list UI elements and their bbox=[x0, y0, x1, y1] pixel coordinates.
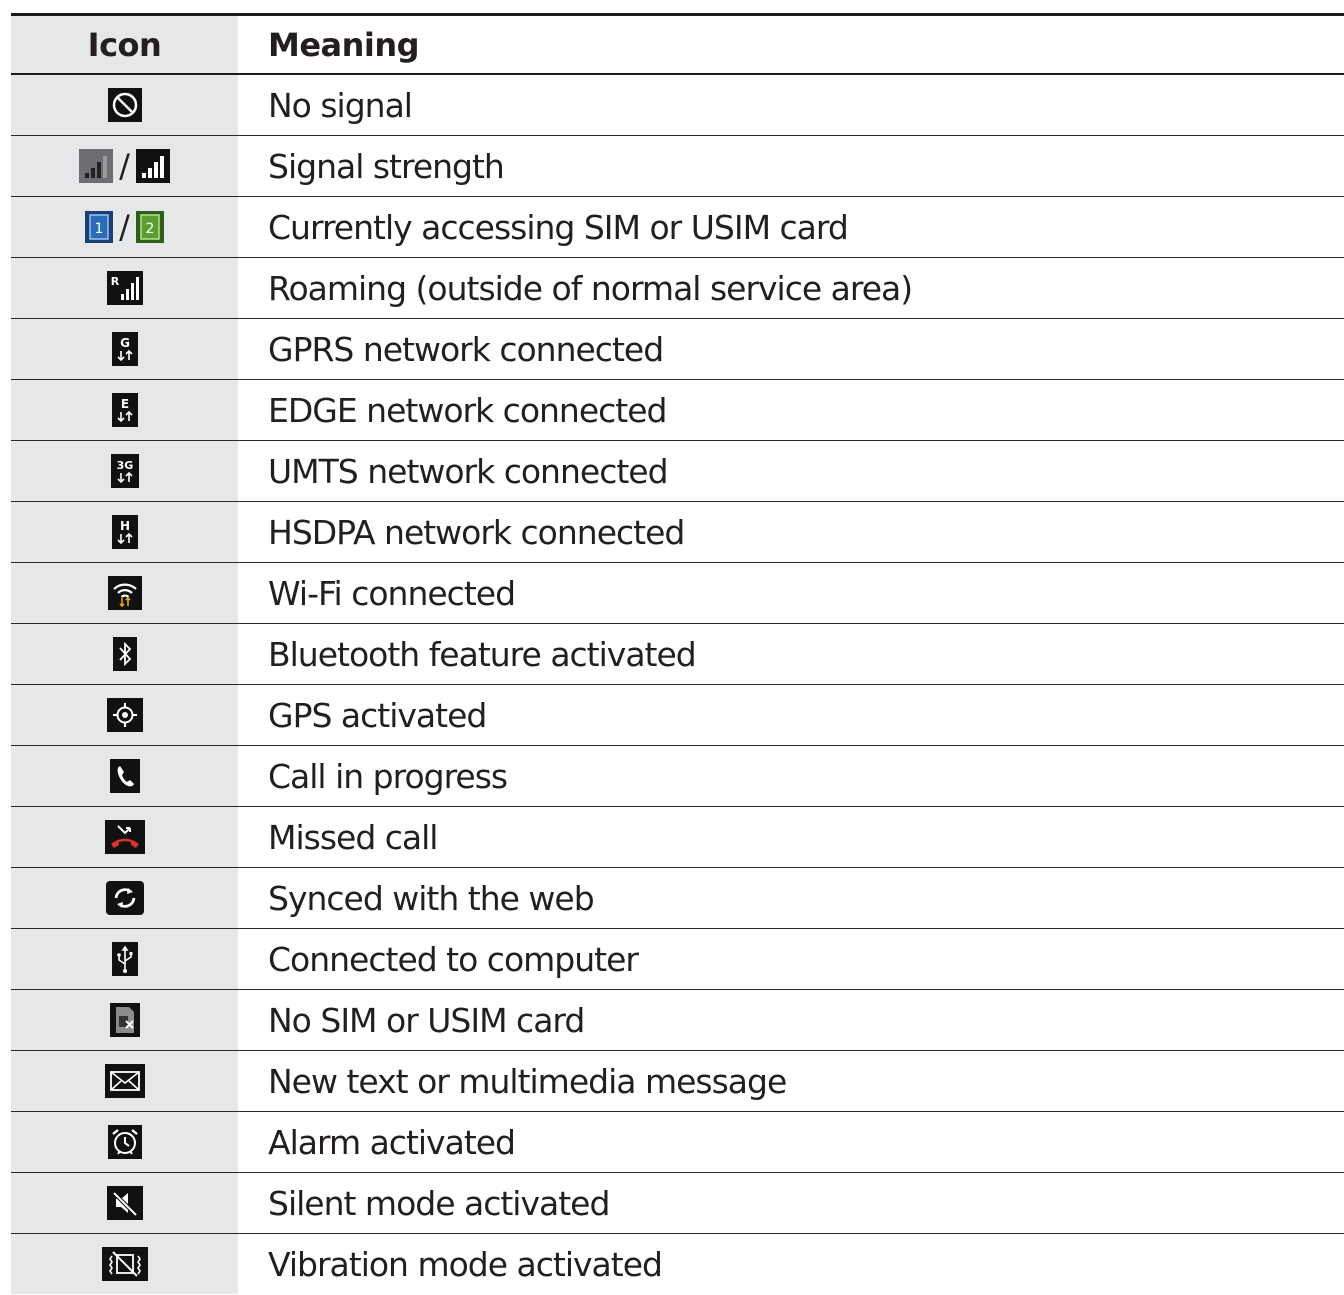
icon-cell: 1 / 2 bbox=[11, 197, 238, 257]
icon-cell bbox=[11, 1173, 238, 1233]
table-row: Wi-Fi connected bbox=[11, 563, 1344, 624]
icon-cell bbox=[11, 563, 238, 623]
meaning-cell: HSDPA network connected bbox=[268, 512, 685, 552]
meaning-cell: Alarm activated bbox=[268, 1122, 516, 1162]
meaning-cell: Silent mode activated bbox=[268, 1183, 610, 1223]
usb-icon bbox=[111, 942, 138, 976]
edge-badge: E bbox=[120, 397, 128, 411]
sim-2-label: 2 bbox=[145, 221, 154, 237]
meaning-cell: EDGE network connected bbox=[268, 390, 667, 430]
meaning-cell: Connected to computer bbox=[268, 939, 639, 979]
meaning-cell: New text or multimedia message bbox=[268, 1061, 787, 1101]
status-icon-table: Icon Meaning No signal / Signal strength bbox=[11, 13, 1344, 1294]
roaming-badge: R bbox=[110, 275, 119, 288]
separator-slash: / bbox=[119, 147, 130, 185]
table-row: 1 / 2 Currently accessing SIM or USIM ca… bbox=[11, 197, 1344, 258]
icon-cell bbox=[11, 1234, 238, 1294]
icon-cell bbox=[11, 685, 238, 745]
meaning-cell: No signal bbox=[268, 85, 413, 125]
alarm-icon bbox=[107, 1125, 142, 1159]
bluetooth-icon bbox=[112, 637, 137, 671]
icon-cell bbox=[11, 746, 238, 806]
table-row: Connected to computer bbox=[11, 929, 1344, 990]
icon-cell: G bbox=[11, 319, 238, 379]
sim-2-icon: 2 bbox=[135, 211, 164, 243]
icon-cell: / bbox=[11, 136, 238, 196]
table-row: R Roaming (outside of normal service are… bbox=[11, 258, 1344, 319]
silent-mode-icon bbox=[106, 1186, 143, 1220]
gprs-badge: G bbox=[120, 336, 130, 350]
table-row: No SIM or USIM card bbox=[11, 990, 1344, 1051]
table-row: No signal bbox=[11, 75, 1344, 136]
meaning-cell: Call in progress bbox=[268, 756, 508, 796]
vibration-mode-icon bbox=[101, 1247, 148, 1281]
no-signal-icon bbox=[107, 88, 142, 122]
hsdpa-icon: H bbox=[111, 515, 138, 549]
gps-icon bbox=[106, 698, 143, 732]
table-row: Vibration mode activated bbox=[11, 1234, 1344, 1294]
table-row: New text or multimedia message bbox=[11, 1051, 1344, 1112]
icon-cell: E bbox=[11, 380, 238, 440]
edge-icon: E bbox=[111, 393, 138, 427]
icon-cell: 3G bbox=[11, 441, 238, 501]
table-row: Silent mode activated bbox=[11, 1173, 1344, 1234]
meaning-cell: Wi-Fi connected bbox=[268, 573, 516, 613]
separator-slash: / bbox=[119, 208, 130, 246]
meaning-cell: GPS activated bbox=[268, 695, 487, 735]
icon-cell bbox=[11, 807, 238, 867]
message-icon bbox=[104, 1064, 145, 1098]
table-row: GPS activated bbox=[11, 685, 1344, 746]
gprs-icon: G bbox=[111, 332, 138, 366]
table-row: Alarm activated bbox=[11, 1112, 1344, 1173]
header-icon-label: Icon bbox=[11, 16, 238, 73]
meaning-cell: UMTS network connected bbox=[268, 451, 669, 491]
table-row: G GPRS network connected bbox=[11, 319, 1344, 380]
umts-badge: 3G bbox=[116, 459, 133, 472]
table-row: 3G UMTS network connected bbox=[11, 441, 1344, 502]
table-row: Bluetooth feature activated bbox=[11, 624, 1344, 685]
icon-cell bbox=[11, 1051, 238, 1111]
table-row: / Signal strength bbox=[11, 136, 1344, 197]
meaning-cell: Vibration mode activated bbox=[268, 1244, 663, 1284]
call-icon bbox=[109, 759, 140, 793]
hsdpa-badge: H bbox=[119, 519, 129, 533]
meaning-cell: Roaming (outside of normal service area) bbox=[268, 268, 913, 308]
meaning-cell: Bluetooth feature activated bbox=[268, 634, 697, 674]
meaning-cell: No SIM or USIM card bbox=[268, 1000, 585, 1040]
table-row: H HSDPA network connected bbox=[11, 502, 1344, 563]
icon-cell bbox=[11, 868, 238, 928]
table-row: Missed call bbox=[11, 807, 1344, 868]
icon-cell bbox=[11, 75, 238, 135]
icon-cell: R bbox=[11, 258, 238, 318]
missed-call-icon bbox=[104, 820, 145, 854]
sim-1-icon: 1 bbox=[85, 211, 114, 243]
meaning-cell: Synced with the web bbox=[268, 878, 595, 918]
table-header-row: Icon Meaning bbox=[11, 16, 1344, 75]
table-row: Call in progress bbox=[11, 746, 1344, 807]
icon-cell bbox=[11, 624, 238, 684]
icon-cell: H bbox=[11, 502, 238, 562]
sync-icon bbox=[105, 881, 144, 915]
signal-strength-weak-icon bbox=[79, 149, 114, 183]
icon-cell bbox=[11, 990, 238, 1050]
signal-strength-full-icon bbox=[135, 149, 170, 183]
meaning-cell: GPRS network connected bbox=[268, 329, 664, 369]
no-sim-icon bbox=[109, 1003, 140, 1037]
meaning-cell: Currently accessing SIM or USIM card bbox=[268, 207, 849, 247]
wifi-icon bbox=[107, 576, 142, 610]
icon-cell bbox=[11, 1112, 238, 1172]
umts-icon: 3G bbox=[110, 454, 139, 488]
icon-cell bbox=[11, 929, 238, 989]
roaming-icon: R bbox=[106, 271, 143, 305]
table-row: Synced with the web bbox=[11, 868, 1344, 929]
meaning-cell: Missed call bbox=[268, 817, 438, 857]
sim-1-label: 1 bbox=[95, 221, 104, 237]
meaning-cell: Signal strength bbox=[268, 146, 505, 186]
header-meaning-label: Meaning bbox=[268, 25, 420, 64]
table-row: E EDGE network connected bbox=[11, 380, 1344, 441]
